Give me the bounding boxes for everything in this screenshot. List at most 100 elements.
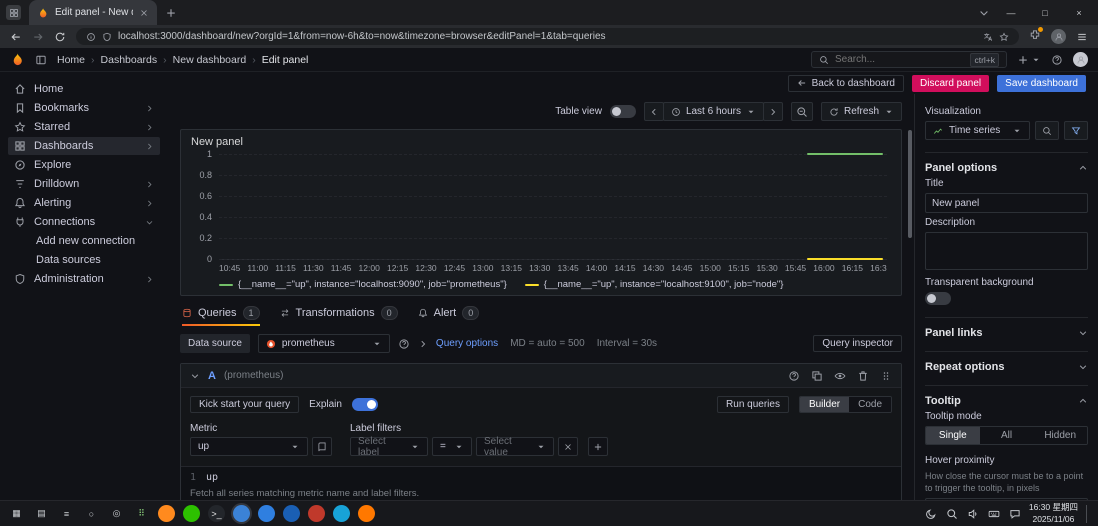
legend-label[interactable]: {__name__="up", instance="localhost:9090…: [238, 279, 507, 290]
kick-start-button[interactable]: Kick start your query: [190, 396, 300, 413]
sidebar-item-home[interactable]: Home: [8, 80, 160, 98]
time-shift-forward-button[interactable]: [762, 102, 783, 121]
visualization-picker[interactable]: Time series: [925, 121, 1030, 140]
sidebar-item-connections[interactable]: Connections: [8, 213, 160, 231]
firefox-icon[interactable]: [158, 505, 175, 522]
show-desktop-button[interactable]: [1086, 504, 1090, 523]
table-view-toggle[interactable]: [609, 105, 636, 118]
collapse-query-icon[interactable]: [190, 371, 200, 381]
query-help-icon[interactable]: [788, 370, 800, 382]
run-queries-button[interactable]: Run queries: [717, 396, 789, 413]
delete-query-icon[interactable]: [857, 370, 869, 382]
tab-queries[interactable]: Queries 1: [182, 306, 260, 326]
drag-handle-icon[interactable]: [880, 370, 892, 382]
grafana-logo-icon[interactable]: [10, 52, 25, 67]
datasource-picker[interactable]: prometheus: [257, 334, 390, 353]
sidebar-item-data-sources[interactable]: Data sources: [8, 251, 160, 269]
help-icon[interactable]: [1051, 54, 1063, 66]
chevron-right-icon[interactable]: [145, 142, 154, 151]
plot-area[interactable]: 1 0.8 0.6 0.4 0.2 0: [199, 149, 887, 264]
global-search[interactable]: ctrl+k: [811, 51, 1007, 68]
app-grid-icon[interactable]: ⠿: [133, 505, 150, 522]
query-options-toggle[interactable]: Query options: [436, 338, 498, 349]
series-line-0[interactable]: [807, 153, 884, 155]
file-manager-icon[interactable]: ▤: [33, 505, 50, 522]
tab-close-icon[interactable]: [139, 8, 149, 18]
minimize-button[interactable]: —: [998, 8, 1024, 18]
series-line-1[interactable]: [807, 258, 884, 260]
builder-option[interactable]: Builder: [799, 397, 850, 412]
tab-transformations[interactable]: Transformations 0: [280, 306, 398, 326]
chevron-right-icon[interactable]: [145, 275, 154, 284]
user-avatar[interactable]: [1073, 52, 1088, 67]
datasource-help-icon[interactable]: [398, 338, 410, 350]
site-info-icon[interactable]: [86, 32, 96, 42]
add-filter-button[interactable]: [588, 437, 608, 456]
forward-icon[interactable]: [32, 31, 44, 43]
close-button[interactable]: ×: [1066, 8, 1092, 18]
maximize-button[interactable]: □: [1032, 8, 1058, 18]
chevron-down-icon[interactable]: [145, 218, 154, 227]
screenshot-icon[interactable]: ○: [83, 505, 100, 522]
url-bar[interactable]: localhost:3000/dashboard/new?orgId=1&fro…: [76, 28, 1019, 45]
taskbar-clock[interactable]: 16:30 星期四 2025/11/06: [1029, 502, 1078, 524]
legend-item[interactable]: {__name__="up", instance="localhost:9090…: [219, 279, 507, 290]
keyboard-icon[interactable]: [988, 508, 1000, 520]
url-text[interactable]: localhost:3000/dashboard/new?orgId=1&fro…: [118, 31, 977, 42]
duplicate-query-icon[interactable]: [811, 370, 823, 382]
options-filter-button[interactable]: [1064, 121, 1088, 140]
tooltip-mode-single[interactable]: Single: [926, 427, 980, 444]
refresh-button[interactable]: Refresh: [820, 102, 902, 121]
breadcrumb-dashboards[interactable]: Dashboards: [101, 54, 158, 66]
sidebar-item-starred[interactable]: Starred: [8, 118, 160, 136]
breadcrumb-home[interactable]: Home: [57, 54, 85, 66]
metric-select[interactable]: up: [190, 437, 308, 456]
tab-alert[interactable]: Alert 0: [418, 306, 480, 326]
chevron-right-icon[interactable]: [145, 199, 154, 208]
save-dashboard-button[interactable]: Save dashboard: [997, 74, 1086, 92]
repeat-options-section[interactable]: Repeat options: [925, 351, 1088, 373]
files-icon[interactable]: [258, 505, 275, 522]
volume-icon[interactable]: [967, 508, 979, 520]
code-option[interactable]: Code: [849, 397, 891, 412]
record-icon[interactable]: ◎: [108, 505, 125, 522]
browser-menu-icon[interactable]: [1076, 31, 1088, 43]
sidebar-item-bookmarks[interactable]: Bookmarks: [8, 99, 160, 117]
tooltip-mode-hidden[interactable]: Hidden: [1033, 427, 1087, 444]
viz-suggestions-button[interactable]: [1035, 121, 1059, 140]
panel-title-input[interactable]: [925, 193, 1088, 213]
metrics-browser-button[interactable]: [312, 437, 332, 456]
sidebar-item-administration[interactable]: Administration: [8, 270, 160, 288]
time-shift-back-button[interactable]: [643, 102, 664, 121]
query-inspector-button[interactable]: Query inspector: [813, 335, 902, 352]
time-range-picker[interactable]: Last 6 hours: [662, 102, 764, 121]
select-label-dropdown[interactable]: Select label: [350, 436, 428, 458]
extension-badge[interactable]: [1029, 27, 1043, 44]
operator-dropdown[interactable]: =: [432, 437, 472, 456]
breadcrumb-new-dashboard[interactable]: New dashboard: [173, 54, 247, 66]
scrollbar-thumb[interactable]: [908, 130, 912, 238]
mail-icon[interactable]: [283, 505, 300, 522]
start-menu-icon[interactable]: ▦: [8, 505, 25, 522]
panel-links-section[interactable]: Panel links: [925, 317, 1088, 339]
browser-app-icon[interactable]: [6, 5, 21, 20]
search-icon[interactable]: [946, 508, 958, 520]
panel-options-section[interactable]: Panel options: [925, 152, 1088, 174]
chevron-right-icon[interactable]: [145, 104, 154, 113]
new-tab-icon[interactable]: [165, 7, 177, 19]
shield-icon[interactable]: [102, 32, 112, 42]
query-preview[interactable]: 1 up: [181, 466, 901, 485]
bookmark-star-icon[interactable]: [999, 31, 1009, 42]
translate-icon[interactable]: [983, 32, 993, 42]
sidebar-item-explore[interactable]: Explore: [8, 156, 160, 174]
explain-toggle[interactable]: [351, 398, 378, 411]
messages-icon[interactable]: [1009, 508, 1021, 520]
chromium-icon[interactable]: [333, 505, 350, 522]
legend-item[interactable]: {__name__="up", instance="localhost:9100…: [524, 279, 783, 290]
task-list-icon[interactable]: ≡: [58, 505, 75, 522]
browser-tab[interactable]: Edit panel - New dashboa: [29, 0, 157, 25]
dark-mode-icon[interactable]: [925, 508, 937, 520]
panel-preview[interactable]: New panel 1 0.8 0.6 0.4 0.2 0 10:45 11:00 11:15…: [180, 129, 902, 296]
chevron-right-icon[interactable]: [145, 123, 154, 132]
browser-orange-icon[interactable]: [358, 505, 375, 522]
